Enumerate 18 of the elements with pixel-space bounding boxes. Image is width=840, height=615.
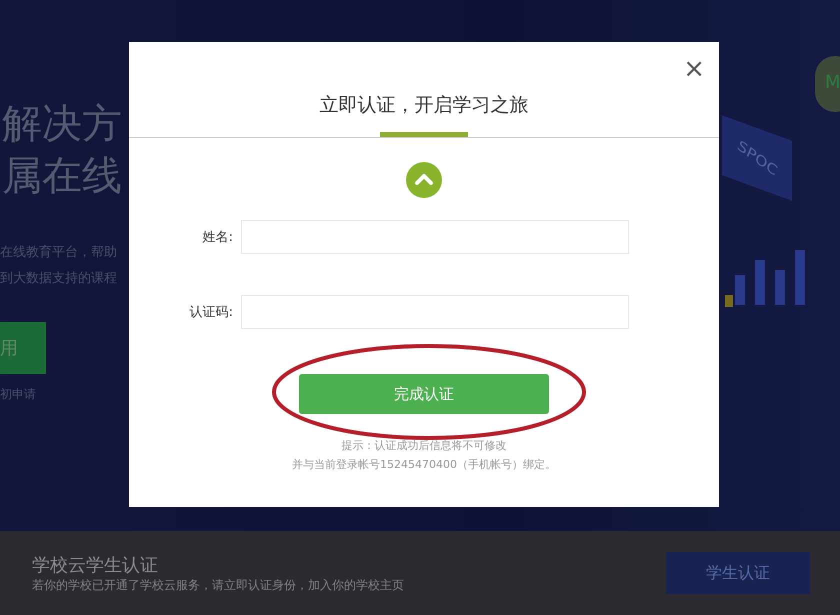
field-label: 认证码: [188, 304, 233, 321]
hint-text: 提示：认证成功后信息将不可修改 [340, 438, 508, 454]
apply-note: 初申请 [0, 386, 36, 403]
input-field[interactable] [241, 220, 629, 254]
section-subtitle: 若你的学校已开通了学校云服务，请立即认证身份，加入你的学校主页 [32, 576, 404, 594]
description-text: 在线教育平台，帮助 [0, 244, 117, 262]
chevron-up-icon [406, 162, 442, 198]
headline-text: 属在线 [2, 152, 122, 201]
submit-button[interactable]: 完成认证 [299, 374, 549, 414]
field-label: 姓名: [202, 229, 233, 246]
student-verify-button[interactable]: 学生认证 [666, 552, 810, 594]
headline-text: 解决方 [2, 100, 122, 149]
section-title: 学校云学生认证 [32, 554, 159, 576]
hint-text: 并与当前登录帐号15245470400（手机帐号）绑定。 [291, 457, 557, 473]
apply-button[interactable]: 用 [0, 322, 46, 374]
input-field[interactable] [241, 295, 629, 329]
dialog-title: 立即认证，开启学习之旅 [318, 93, 530, 118]
description-text: 到大数据支持的课程 [0, 270, 117, 288]
